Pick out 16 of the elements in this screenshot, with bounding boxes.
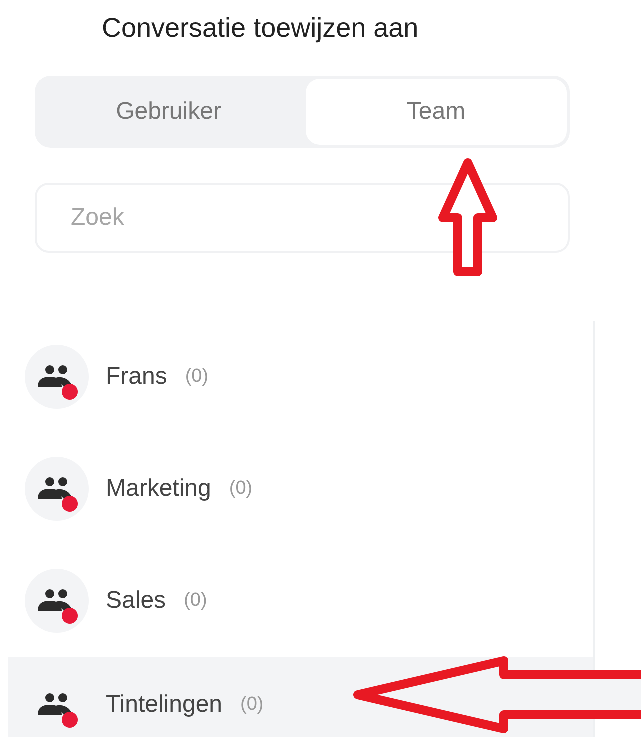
dialog-title: Conversatie toewijzen aan [101, 12, 420, 45]
team-name: Frans [106, 363, 168, 391]
team-list-item[interactable]: Sales (0) [8, 545, 593, 657]
conversation-count: (0) [240, 694, 264, 716]
team-name: Tintelingen [106, 691, 223, 719]
tab[interactable]: Gebruiker [38, 79, 300, 145]
tab[interactable]: Team [306, 79, 567, 145]
search-field[interactable]: Zoek [35, 183, 570, 253]
team-name: Sales [106, 587, 166, 615]
team-list-item[interactable]: Frans (0) [8, 321, 593, 433]
conversation-count: (0) [229, 478, 253, 500]
conversation-count: (0) [184, 590, 208, 612]
team-name: Marketing [106, 475, 212, 503]
conversation-count: (0) [185, 366, 209, 388]
team-list-item[interactable]: Marketing (0) [8, 433, 593, 545]
up-arrow-icon [438, 158, 498, 278]
